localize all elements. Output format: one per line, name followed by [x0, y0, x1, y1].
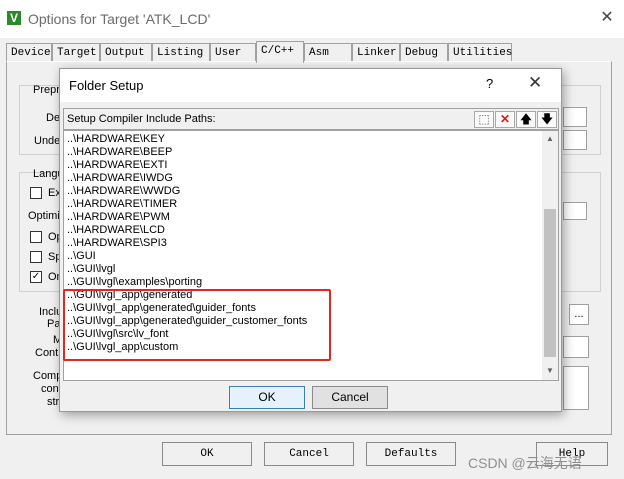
tab-asm[interactable]: Asm	[304, 43, 352, 62]
dialog-close-icon[interactable]: ✕	[528, 73, 542, 93]
new-folder-icon[interactable]: ⬚	[474, 111, 494, 128]
tab-device[interactable]: Device	[6, 43, 52, 62]
misc-controls-field[interactable]	[563, 336, 589, 358]
compiler-control-string-field[interactable]	[563, 366, 589, 410]
dialog-ok-button[interactable]: OK	[229, 386, 305, 409]
misc-controls-label: Contr	[35, 347, 62, 359]
list-item[interactable]: ..\GUI\lvgl_app\generated\guider_fonts	[67, 302, 256, 315]
tab-debug[interactable]: Debug	[400, 43, 448, 62]
tab-output[interactable]: Output	[100, 43, 152, 62]
list-item[interactable]: ..\HARDWARE\LCD	[67, 224, 165, 237]
undefine-field[interactable]	[563, 130, 587, 150]
defaults-button[interactable]: Defaults	[366, 442, 456, 466]
browse-button[interactable]: ...	[569, 304, 589, 325]
tab-target[interactable]: Target	[52, 43, 100, 62]
tab-listing[interactable]: Listing	[152, 43, 210, 62]
keil-uvision-icon: V	[7, 11, 21, 25]
optimize-checkbox[interactable]	[30, 231, 42, 243]
execute-only-checkbox[interactable]	[30, 187, 42, 199]
list-item[interactable]: ..\HARDWARE\PWM	[67, 211, 170, 224]
scroll-up-arrow-icon[interactable]: ▲	[542, 131, 558, 147]
help-icon[interactable]: ?	[486, 76, 493, 91]
define-label: De	[46, 112, 61, 124]
right-field-1[interactable]	[563, 202, 587, 220]
paths-header: Setup Compiler Include Paths: ⬚ ✕ 🡅 🡇	[63, 108, 559, 130]
list-item[interactable]: ..\HARDWARE\IWDG	[67, 172, 173, 185]
string-label: str	[47, 396, 60, 408]
move-up-icon[interactable]: 🡅	[516, 111, 536, 128]
list-item[interactable]: ..\GUI\lvgl_app\generated\guider_custome…	[67, 315, 307, 328]
tab-user[interactable]: User	[210, 43, 256, 62]
delete-icon[interactable]: ✕	[495, 111, 515, 128]
paths-list-label: Setup Compiler Include Paths:	[67, 113, 216, 125]
scrollbar-thumb[interactable]	[544, 209, 556, 357]
list-item[interactable]: ..\GUI\lvgl\examples\porting	[67, 276, 202, 289]
list-item[interactable]: ..\GUI	[67, 250, 96, 263]
scroll-down-arrow-icon[interactable]: ▼	[542, 363, 558, 379]
list-item[interactable]: ..\GUI\lvgl	[67, 263, 115, 276]
list-item[interactable]: ..\HARDWARE\WWDG	[67, 185, 180, 198]
dialog-cancel-button[interactable]: Cancel	[312, 386, 388, 409]
watermark-text: CSDN @云海无语	[468, 455, 582, 471]
dialog-titlebar: Folder Setup ? ✕	[60, 69, 561, 102]
vertical-scrollbar[interactable]: ▲ ▼	[542, 131, 558, 380]
window-title: Options for Target 'ATK_LCD'	[28, 11, 211, 27]
list-item[interactable]: ..\HARDWARE\EXTI	[67, 159, 167, 172]
split-checkbox[interactable]	[30, 251, 42, 263]
list-item[interactable]: ..\GUI\lvgl_app\custom	[67, 341, 178, 354]
define-field[interactable]	[563, 107, 587, 127]
cancel-button[interactable]: Cancel	[264, 442, 354, 466]
tab-c-cpp[interactable]: C/C++	[256, 41, 304, 63]
one-elf-checkbox[interactable]: ✓	[30, 271, 42, 283]
tab-linker[interactable]: Linker	[352, 43, 400, 62]
window-titlebar: V Options for Target 'ATK_LCD' ✕	[0, 0, 624, 38]
list-item[interactable]: ..\GUI\lvgl\src\lv_font	[67, 328, 168, 341]
list-item[interactable]: ..\GUI\lvgl_app\generated	[67, 289, 192, 302]
include-paths-list[interactable]: ..\HARDWARE\KEY ..\HARDWARE\BEEP ..\HARD…	[63, 130, 559, 381]
control-label: con	[41, 383, 59, 395]
undefine-label: Unde	[34, 135, 61, 147]
list-item[interactable]: ..\HARDWARE\SPI3	[67, 237, 167, 250]
dialog-title: Folder Setup	[69, 78, 144, 93]
list-item[interactable]: ..\HARDWARE\TIMER	[67, 198, 177, 211]
move-down-icon[interactable]: 🡇	[537, 111, 557, 128]
folder-setup-dialog: Folder Setup ? ✕ Setup Compiler Include …	[59, 68, 562, 412]
ok-button[interactable]: OK	[162, 442, 252, 466]
window-close-icon[interactable]: ✕	[596, 6, 618, 30]
tab-utilities[interactable]: Utilities	[448, 43, 512, 62]
list-item[interactable]: ..\HARDWARE\BEEP	[67, 146, 172, 159]
list-item[interactable]: ..\HARDWARE\KEY	[67, 133, 165, 146]
compiler-label: Comp	[33, 370, 63, 382]
